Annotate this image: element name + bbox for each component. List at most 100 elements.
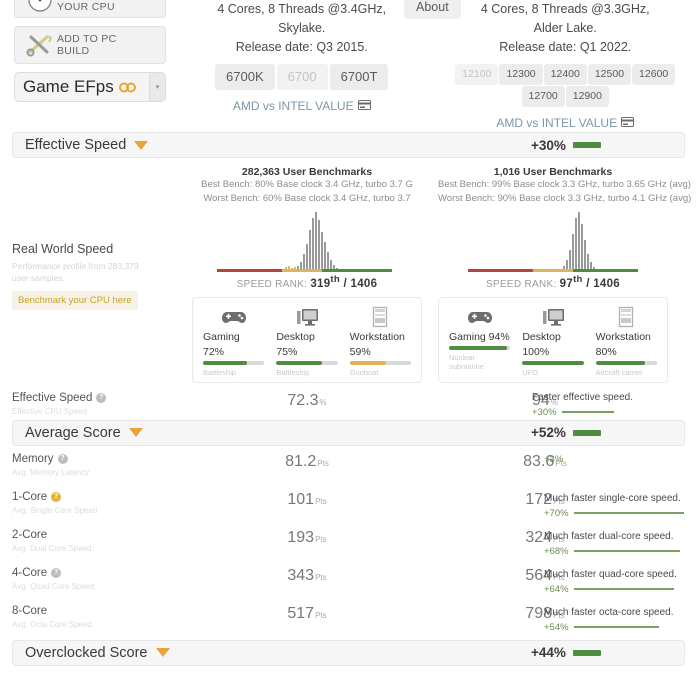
use-case-bar bbox=[349, 360, 411, 365]
section-header-overclocked-score[interactable]: Overclocked Score +44% bbox=[12, 639, 685, 666]
best-bench-line: Best Bench: 99% Base clock 3.3 GHz, turb… bbox=[438, 179, 691, 190]
amd-vs-intel-value-link-right[interactable]: AMD vs INTEL VALUE bbox=[434, 116, 697, 130]
use-case-sub: Nuclear submarine bbox=[449, 352, 485, 371]
model-button[interactable]: 6700 bbox=[276, 64, 328, 90]
help-icon[interactable]: ? bbox=[51, 567, 62, 578]
comparison-pct: +68% bbox=[544, 545, 569, 557]
use-case-sub: UFO bbox=[522, 367, 539, 377]
about-button[interactable]: About bbox=[404, 0, 461, 19]
use-case-bar bbox=[203, 360, 265, 365]
help-icon[interactable]: ? bbox=[96, 392, 107, 403]
model-button[interactable]: 12400 bbox=[543, 64, 587, 85]
row-sublabel: Avg. Octa Core Speed bbox=[12, 619, 92, 629]
section-header-average-score[interactable]: Average Score +52% bbox=[12, 419, 685, 446]
best-bench-line: Best Bench: 80% Base clock 3.4 GHz, turb… bbox=[201, 179, 413, 190]
use-case-bar bbox=[276, 360, 338, 365]
use-case-bar bbox=[595, 360, 657, 365]
sidebar-item-add-to-pc-build[interactable]: ADD TO PC BUILD bbox=[14, 26, 166, 64]
unit: % bbox=[319, 397, 327, 407]
row-sublabel: Avg. Memory Latency bbox=[12, 467, 90, 477]
row-value-left: 72.3% bbox=[192, 392, 422, 410]
row-label: 4-Core? Avg. Quad Core Speed bbox=[12, 567, 192, 591]
gamepad-icon bbox=[449, 304, 510, 330]
row-label: Memory? Avg. Memory Latency bbox=[12, 453, 192, 477]
row-name: 4-Core bbox=[12, 566, 48, 579]
use-case-workstation[interactable]: Workstation 80% Aircraft carrier bbox=[590, 304, 663, 377]
section-title: Average Score bbox=[25, 424, 121, 441]
value: 193 bbox=[287, 528, 315, 546]
row-comparison: +3% bbox=[544, 454, 697, 465]
use-case-pct: 80% bbox=[595, 345, 617, 358]
real-world-speed-title: Real World Speed bbox=[12, 242, 114, 256]
link-label: AMD vs INTEL VALUE bbox=[232, 99, 354, 113]
section-title: Overclocked Score bbox=[25, 644, 148, 661]
row-label: Effective Speed ? Effective CPU Speed bbox=[12, 392, 192, 416]
value: 517 bbox=[287, 604, 315, 622]
model-button[interactable]: 12900 bbox=[565, 86, 609, 107]
row-name: 2-Core bbox=[12, 528, 48, 541]
chevron-down-icon[interactable] bbox=[128, 428, 143, 438]
benchmark-your-cpu-link[interactable]: Benchmark your CPU here bbox=[12, 291, 138, 310]
use-case-bar bbox=[522, 360, 584, 365]
game-efps-dropdown[interactable]: Game EFps ▾ bbox=[14, 72, 166, 102]
section-title: Effective Speed bbox=[25, 137, 127, 153]
model-button[interactable]: 12600 bbox=[632, 64, 676, 85]
use-case-gaming[interactable]: Gaming 94% Nuclear submarine bbox=[443, 304, 516, 377]
cpu-left-spec: 4 Cores, 8 Threads @3.4GHz, bbox=[217, 2, 387, 16]
use-case-sub: Battleship bbox=[276, 367, 310, 377]
comparison-pct: +3% bbox=[544, 453, 564, 465]
delta-bar bbox=[572, 429, 601, 436]
help-icon[interactable]: ? bbox=[51, 491, 62, 502]
speed-rank-right: SPEED RANK: 97th / 1406 bbox=[438, 274, 668, 290]
use-case-workstation[interactable]: Workstation 59% Gunboat bbox=[344, 304, 417, 377]
use-case-gaming[interactable]: Gaming 72% Battleship bbox=[197, 304, 270, 377]
left-sidebar: YOUR CPU ADD TO PC BUILD Game EFps ▾ bbox=[0, 0, 170, 132]
speed-distribution-histogram bbox=[438, 210, 668, 272]
model-button[interactable]: 12300 bbox=[499, 64, 543, 85]
average-score-rows: Memory? Avg. Memory Latency 81.2Pts 83.6… bbox=[0, 446, 697, 636]
tools-icon bbox=[23, 32, 57, 58]
comparison-text: Much faster single-core speed. bbox=[544, 492, 681, 504]
cpu-left-info: 4 Cores, 8 Threads @3.4GHz, Skylake. Rel… bbox=[170, 0, 434, 132]
use-case-pct: 72% bbox=[203, 345, 225, 358]
model-button[interactable]: 6700K bbox=[215, 64, 275, 90]
table-row: 2-Core Avg. Dual Core Speed 193Pts 324Pt… bbox=[12, 522, 685, 560]
worst-bench-line: Worst Bench: 60% Base clock 3.4 GHz, tur… bbox=[203, 193, 411, 204]
model-button[interactable]: 12100 bbox=[455, 64, 499, 85]
help-icon[interactable]: ? bbox=[57, 453, 68, 464]
use-case-name: Workstation bbox=[595, 330, 651, 343]
benchmark-column-left: 282,363 User Benchmarks Best Bench: 80% … bbox=[192, 164, 422, 383]
value: 101 bbox=[287, 490, 315, 508]
use-case-name: Workstation bbox=[349, 330, 405, 343]
model-button[interactable]: 6700T bbox=[329, 64, 389, 90]
chevron-down-icon[interactable]: ▾ bbox=[149, 73, 165, 101]
amd-vs-intel-value-link-left[interactable]: AMD vs INTEL VALUE bbox=[170, 99, 434, 113]
row-value-left: 81.2Pts bbox=[192, 453, 422, 471]
row-effective-speed-summary: Effective Speed ? Effective CPU Speed 72… bbox=[0, 383, 697, 420]
chevron-down-icon[interactable] bbox=[155, 648, 170, 658]
row-comparison: Faster effective speed. +30% bbox=[532, 391, 697, 418]
value: 81.2 bbox=[285, 452, 317, 470]
sidebar-item-test-your-cpu[interactable]: YOUR CPU bbox=[14, 0, 166, 18]
chevron-down-icon[interactable] bbox=[134, 140, 149, 150]
use-case-pct: 59% bbox=[349, 345, 371, 358]
unit: Pts bbox=[315, 610, 327, 620]
use-case-desktop[interactable]: Desktop 75% Battleship bbox=[270, 304, 343, 377]
comparison-text: Much faster octa-core speed. bbox=[544, 606, 674, 618]
use-case-pct: 75% bbox=[276, 345, 298, 358]
row-name: 8-Core bbox=[12, 604, 48, 617]
real-world-speed-block: Real World Speed Performance profile fro… bbox=[12, 164, 192, 383]
server-icon bbox=[596, 304, 657, 330]
monitor-icon bbox=[276, 304, 337, 330]
monitor-icon bbox=[522, 304, 583, 330]
speed-distribution-histogram bbox=[192, 210, 422, 272]
use-case-card-left: Gaming 72% Battleship Desktop 75% Battle… bbox=[192, 296, 422, 383]
model-button[interactable]: 12500 bbox=[587, 64, 632, 85]
model-button[interactable]: 12700 bbox=[521, 86, 565, 107]
row-name: Effective Speed bbox=[12, 391, 93, 404]
comparison-pct: +64% bbox=[544, 583, 569, 595]
section-header-effective-speed[interactable]: Effective Speed +30% bbox=[12, 132, 685, 158]
cpu-right-info: 4 Cores, 8 Threads @3.3GHz, Alder Lake. … bbox=[434, 0, 697, 132]
cpu-left-model-list: 6700K 6700 6700T bbox=[170, 64, 434, 90]
use-case-desktop[interactable]: Desktop 100% UFO bbox=[516, 304, 589, 377]
